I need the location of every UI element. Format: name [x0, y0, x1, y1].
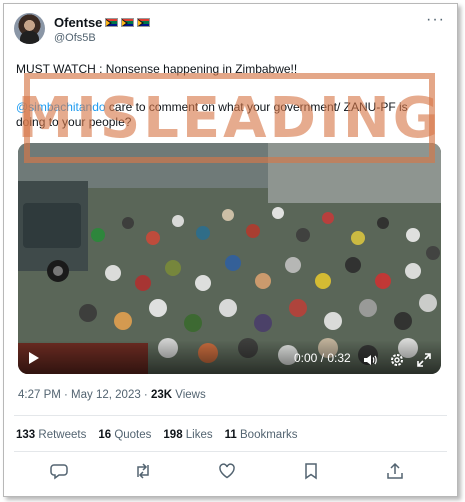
- quotes-stat[interactable]: 16 Quotes: [98, 429, 151, 441]
- retweets-stat[interactable]: 133 Retweets: [16, 429, 86, 441]
- quotes-count: 16: [98, 429, 112, 441]
- south-africa-flag-icon: [121, 18, 135, 27]
- reply-icon[interactable]: [50, 462, 68, 480]
- bookmarks-count: 11: [224, 429, 237, 441]
- fullscreen-icon[interactable]: [416, 352, 432, 368]
- quotes-label: Quotes: [111, 429, 152, 441]
- like-heart-icon[interactable]: [218, 462, 236, 480]
- more-icon[interactable]: ···: [426, 12, 445, 28]
- views-label: Views: [172, 389, 206, 401]
- likes-count: 198: [163, 429, 183, 441]
- tweet-text-line1: MUST WATCH : Nonsense happening in Zimba…: [16, 62, 298, 76]
- bookmark-icon[interactable]: [302, 462, 320, 480]
- divider: [14, 415, 447, 416]
- posted-time[interactable]: 4:27 PM · May 12, 2023 ·: [18, 389, 151, 401]
- bookmarks-stat[interactable]: 11 Bookmarks: [225, 429, 298, 441]
- tweet-header: Ofentse @Ofs5B ···: [14, 12, 447, 47]
- settings-gear-icon[interactable]: [389, 352, 405, 368]
- avatar[interactable]: [14, 13, 45, 44]
- retweet-icon[interactable]: [134, 462, 152, 480]
- video-duration: 0:32: [327, 351, 351, 365]
- likes-label: Likes: [182, 429, 213, 441]
- video-current-time: 0:00: [294, 351, 318, 365]
- video-time-separator: /: [317, 351, 328, 365]
- play-icon[interactable]: [29, 352, 39, 364]
- tweet-stats: 133 Retweets 16 Quotes 198 Likes 11 Book…: [16, 429, 298, 441]
- video-time: 0:00 / 0:32: [294, 351, 351, 365]
- tweet-actions: [4, 462, 457, 482]
- author-handle[interactable]: @Ofs5B: [54, 32, 96, 44]
- share-icon[interactable]: [386, 462, 404, 480]
- video-player[interactable]: 0:00 / 0:32: [18, 143, 441, 374]
- tweet-meta: 4:27 PM · May 12, 2023 · 23K Views: [18, 389, 206, 401]
- divider: [14, 451, 447, 452]
- retweets-count: 133: [16, 429, 36, 441]
- volume-icon[interactable]: [362, 352, 378, 368]
- author-name[interactable]: Ofentse: [54, 15, 102, 30]
- retweets-label: Retweets: [35, 429, 87, 441]
- tweet-card: Ofentse @Ofs5B ··· MUST WATCH : Nonsense…: [3, 3, 458, 497]
- bookmarks-label: Bookmarks: [236, 429, 298, 441]
- video-controls: 0:00 / 0:32: [18, 340, 441, 374]
- south-africa-flag-icon: [105, 18, 119, 27]
- author-line[interactable]: Ofentse: [54, 15, 151, 30]
- likes-stat[interactable]: 198 Likes: [163, 429, 212, 441]
- views-count: 23K: [150, 389, 173, 401]
- mention-link[interactable]: @simbachitando: [16, 100, 106, 114]
- south-africa-flag-icon: [137, 18, 151, 27]
- tweet-text-line2: @simbachitando care to comment on what y…: [16, 100, 437, 130]
